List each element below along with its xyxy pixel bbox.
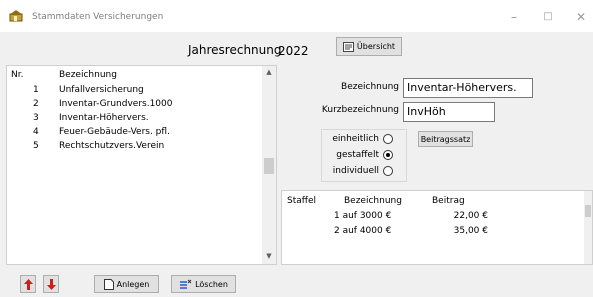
list-item-nr: 4 [33, 127, 39, 137]
staffel-row-bezeichnung: 2 auf 4000 € [334, 226, 392, 236]
window: Stammdaten Versicherungen – □ ✕ Jahresre… [0, 0, 593, 297]
staffel-row-beitrag: 22,00 € [453, 211, 488, 221]
scroll-down-icon[interactable]: ▼ [262, 252, 276, 264]
bezeichnung-field[interactable]: Inventar-Höhervers. [403, 78, 533, 98]
maximize-icon[interactable]: □ [538, 8, 558, 26]
list-item-nr: 1 [33, 85, 39, 95]
staffel-header-bezeichnung: Bezeichnung [344, 196, 402, 206]
list-item[interactable]: 1 Unfallversicherung [7, 85, 263, 96]
list-item[interactable]: 5 Rechtschutzvers.Verein [7, 141, 263, 152]
list-item[interactable]: 2 Inventar-Grundvers.1000 [7, 99, 263, 110]
list-item-bezeichnung: Unfallversicherung [59, 85, 144, 95]
staffel-scrollbar[interactable] [584, 191, 592, 264]
kurzbezeichnung-field[interactable]: InvHöh [403, 102, 495, 122]
radio-individuell[interactable] [383, 166, 393, 176]
anlegen-button-label: Anlegen [116, 279, 150, 289]
new-document-icon [103, 278, 114, 290]
list-item-bezeichnung: Feuer-Gebäude-Vers. pfl. [59, 127, 170, 137]
staffel-grid[interactable]: Staffel Bezeichnung Beitrag 1 auf 3000 €… [281, 190, 593, 265]
overview-button[interactable]: Übersicht [336, 37, 402, 56]
scroll-thumb[interactable] [264, 158, 274, 174]
close-icon[interactable]: ✕ [571, 8, 591, 26]
list-item[interactable]: 4 Feuer-Gebäude-Vers. pfl. [7, 127, 263, 138]
app-icon [9, 10, 23, 22]
radio-label-einheitlich: einheitlich [332, 134, 379, 144]
radio-label-individuell: individuell [332, 166, 379, 176]
delete-icon [180, 279, 192, 289]
move-down-button[interactable] [43, 275, 59, 293]
insurance-list[interactable]: Nr. Bezeichnung 1 Unfallversicherung 2 I… [6, 65, 277, 265]
window-title: Stammdaten Versicherungen [32, 12, 164, 22]
beitragssatz-button-label: Beitragssatz [420, 134, 471, 144]
overview-button-label: Übersicht [356, 42, 396, 51]
radio-gestaffelt[interactable] [383, 150, 393, 160]
staffel-header-staffel: Staffel [287, 196, 316, 206]
anlegen-button[interactable]: Anlegen [94, 275, 159, 293]
beitragssatz-button[interactable]: Beitragssatz [418, 131, 473, 147]
radio-einheitlich[interactable] [383, 134, 393, 144]
staffel-row-beitrag: 35,00 € [453, 226, 488, 236]
radio-label-gestaffelt: gestaffelt [336, 150, 379, 160]
jahresrechnung-label: Jahresrechnung [188, 43, 282, 57]
move-up-button[interactable] [20, 275, 36, 293]
staffel-header-beitrag: Beitrag [432, 196, 465, 206]
overview-icon [342, 41, 354, 52]
arrow-down-icon [46, 278, 56, 290]
list-header-bezeichnung: Bezeichnung [59, 70, 117, 80]
staffel-row-bezeichnung: 1 auf 3000 € [334, 211, 392, 221]
kurzbezeichnung-label: Kurzbezeichnung [321, 105, 399, 115]
year-value: 2022 [278, 44, 309, 58]
list-item-bezeichnung: Rechtschutzvers.Verein [59, 141, 165, 151]
staffel-scroll-thumb[interactable] [585, 205, 591, 217]
bottom-toolbar: Anlegen Löschen [0, 270, 593, 297]
scroll-up-icon[interactable]: ▲ [262, 68, 276, 80]
beitrag-mode-group: einheitlich gestaffelt individuell [321, 129, 407, 182]
list-header-nr: Nr. [11, 70, 24, 80]
list-item[interactable]: 3 Inventar-Höhervers. [7, 113, 263, 124]
list-item-bezeichnung: Inventar-Grundvers.1000 [59, 99, 173, 109]
title-bar: Stammdaten Versicherungen – □ ✕ [0, 0, 593, 32]
bezeichnung-label: Bezeichnung [341, 82, 399, 92]
list-item-nr: 3 [33, 113, 39, 123]
list-scrollbar[interactable]: ▲ ▼ [262, 66, 276, 264]
list-item-bezeichnung: Inventar-Höhervers. [59, 113, 149, 123]
minimize-icon[interactable]: – [504, 8, 524, 26]
arrow-up-icon [23, 278, 33, 290]
loeschen-button[interactable]: Löschen [171, 275, 236, 293]
list-item-nr: 2 [33, 99, 39, 109]
list-item-nr: 5 [33, 141, 39, 151]
loeschen-button-label: Löschen [195, 279, 228, 289]
